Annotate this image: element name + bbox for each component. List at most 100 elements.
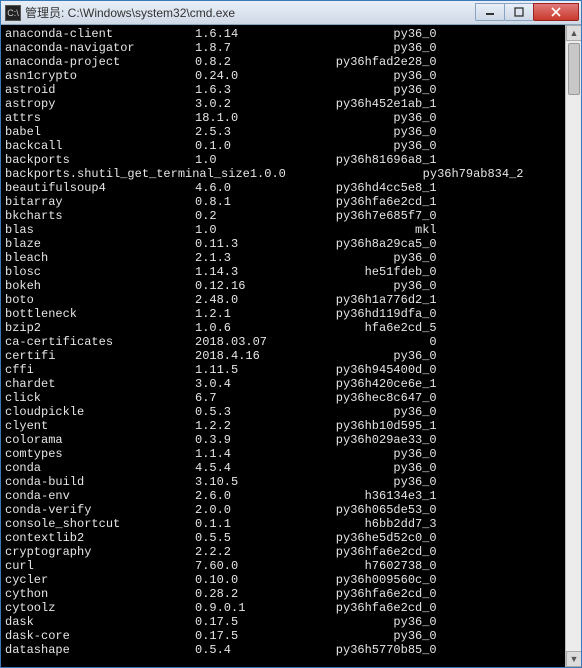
package-build: py36he5d52c0_0 xyxy=(307,531,561,545)
package-build: py36h7e685f7_0 xyxy=(307,209,561,223)
maximize-button[interactable] xyxy=(504,3,534,21)
package-name: chardet xyxy=(5,377,195,391)
scroll-down-button[interactable]: ▼ xyxy=(566,651,581,667)
package-name: colorama xyxy=(5,433,195,447)
package-name: backcall xyxy=(5,139,195,153)
package-name: anaconda-project xyxy=(5,55,195,69)
window-title: 管理员: C:\Windows\system32\cmd.exe xyxy=(25,4,476,21)
package-version: 1.0 xyxy=(195,223,307,237)
minimize-button[interactable] xyxy=(475,3,505,21)
package-version: 0.28.2 xyxy=(195,587,307,601)
package-version: 0.2 xyxy=(195,209,307,223)
package-name: blaze xyxy=(5,237,195,251)
package-build: py36h8a29ca5_0 xyxy=(307,237,561,251)
package-row: cython0.28.2 py36hfa6e2cd_0 xyxy=(5,587,561,601)
package-version: 4.6.0 xyxy=(195,181,307,195)
package-version: 4.5.4 xyxy=(195,461,307,475)
package-version: 2.6.0 xyxy=(195,489,307,503)
cmd-window: C:\ 管理员: C:\Windows\system32\cmd.exe ana… xyxy=(0,0,582,668)
package-build: py36_0 xyxy=(307,349,561,363)
package-build: py36hfa6e2cd_0 xyxy=(307,601,561,615)
close-button[interactable] xyxy=(533,3,579,21)
package-version: 1.1.4 xyxy=(195,447,307,461)
package-name: bitarray xyxy=(5,195,195,209)
package-version: 1.2.1 xyxy=(195,307,307,321)
cmd-icon: C:\ xyxy=(5,5,21,21)
package-version: 3.0.4 xyxy=(195,377,307,391)
package-name: conda-build xyxy=(5,475,195,489)
package-build: py36hb10d595_1 xyxy=(307,419,561,433)
package-name: babel xyxy=(5,125,195,139)
package-build: py36hd119dfa_0 xyxy=(307,307,561,321)
package-build: py36_0 xyxy=(307,615,561,629)
package-row: chardet3.0.4 py36h420ce6e_1 xyxy=(5,377,561,391)
scrollbar[interactable]: ▲ ▼ xyxy=(565,25,581,667)
package-version: 0.11.3 xyxy=(195,237,307,251)
package-version: 3.10.5 xyxy=(195,475,307,489)
package-version: 0.8.1 xyxy=(195,195,307,209)
package-build: py36_0 xyxy=(307,475,561,489)
terminal-output[interactable]: anaconda-client1.6.14 py36_0anaconda-nav… xyxy=(1,25,565,667)
package-row: cycler0.10.0 py36h009560c_0 xyxy=(5,573,561,587)
package-row: beautifulsoup44.6.0 py36hd4cc5e8_1 xyxy=(5,181,561,195)
package-row: cytoolz0.9.0.1 py36hfa6e2cd_0 xyxy=(5,601,561,615)
package-row: anaconda-project0.8.2 py36hfad2e28_0 xyxy=(5,55,561,69)
package-build: py36h065de53_0 xyxy=(307,503,561,517)
package-name: attrs xyxy=(5,111,195,125)
package-build: py36h029ae33_0 xyxy=(307,433,561,447)
package-row: conda-build3.10.5 py36_0 xyxy=(5,475,561,489)
package-version: 0.3.9 xyxy=(195,433,307,447)
terminal-area: anaconda-client1.6.14 py36_0anaconda-nav… xyxy=(1,25,581,667)
package-version: 2018.03.07 xyxy=(195,335,307,349)
package-row: conda-env2.6.0 h36134e3_1 xyxy=(5,489,561,503)
package-row: asn1crypto0.24.0 py36_0 xyxy=(5,69,561,83)
package-row: cffi1.11.5 py36h945400d_0 xyxy=(5,363,561,377)
package-name: curl xyxy=(5,559,195,573)
package-row: conda-verify2.0.0 py36h065de53_0 xyxy=(5,503,561,517)
package-name: boto xyxy=(5,293,195,307)
package-name: ca-certificates xyxy=(5,335,195,349)
package-version: 18.1.0 xyxy=(195,111,307,125)
package-version: 0.1.0 xyxy=(195,139,307,153)
package-version: 0.8.2 xyxy=(195,55,307,69)
package-version: 2.0.0 xyxy=(195,503,307,517)
package-build: py36_0 xyxy=(307,251,561,265)
package-row: ca-certificates2018.03.07 0 xyxy=(5,335,561,349)
package-version: 1.2.2 xyxy=(195,419,307,433)
package-version: 1.0 xyxy=(195,153,307,167)
package-name: anaconda-client xyxy=(5,27,195,41)
package-name: certifi xyxy=(5,349,195,363)
package-name: astroid xyxy=(5,83,195,97)
scroll-up-button[interactable]: ▲ xyxy=(566,25,581,41)
package-row: astropy3.0.2 py36h452e1ab_1 xyxy=(5,97,561,111)
package-build: py36_0 xyxy=(307,111,561,125)
package-build: py36h1a776d2_1 xyxy=(307,293,561,307)
package-build: py36_0 xyxy=(307,27,561,41)
package-row: astroid1.6.3 py36_0 xyxy=(5,83,561,97)
package-build: py36_0 xyxy=(307,69,561,83)
package-version: 1.11.5 xyxy=(195,363,307,377)
package-name: bzip2 xyxy=(5,321,195,335)
package-name: cython xyxy=(5,587,195,601)
package-version: 0.24.0 xyxy=(195,69,307,83)
package-version: 2.5.3 xyxy=(195,125,307,139)
package-version: 1.14.3 xyxy=(195,265,307,279)
package-name: conda xyxy=(5,461,195,475)
package-build: hfa6e2cd_5 xyxy=(307,321,561,335)
package-row: console_shortcut0.1.1 h6bb2dd7_3 xyxy=(5,517,561,531)
package-build: py36hec8c647_0 xyxy=(307,391,561,405)
package-row: colorama0.3.9 py36h029ae33_0 xyxy=(5,433,561,447)
package-row: cryptography2.2.2 py36hfa6e2cd_0 xyxy=(5,545,561,559)
scroll-thumb[interactable] xyxy=(568,43,580,95)
package-version: 1.6.3 xyxy=(195,83,307,97)
package-name: cycler xyxy=(5,573,195,587)
package-build: mkl xyxy=(307,223,561,237)
package-row: dask-core0.17.5 py36_0 xyxy=(5,629,561,643)
package-row: anaconda-navigator1.8.7 py36_0 xyxy=(5,41,561,55)
package-row: bokeh0.12.16 py36_0 xyxy=(5,279,561,293)
package-row: bleach2.1.3 py36_0 xyxy=(5,251,561,265)
package-name: dask-core xyxy=(5,629,195,643)
package-version: 1.8.7 xyxy=(195,41,307,55)
titlebar[interactable]: C:\ 管理员: C:\Windows\system32\cmd.exe xyxy=(1,1,581,25)
package-name: click xyxy=(5,391,195,405)
